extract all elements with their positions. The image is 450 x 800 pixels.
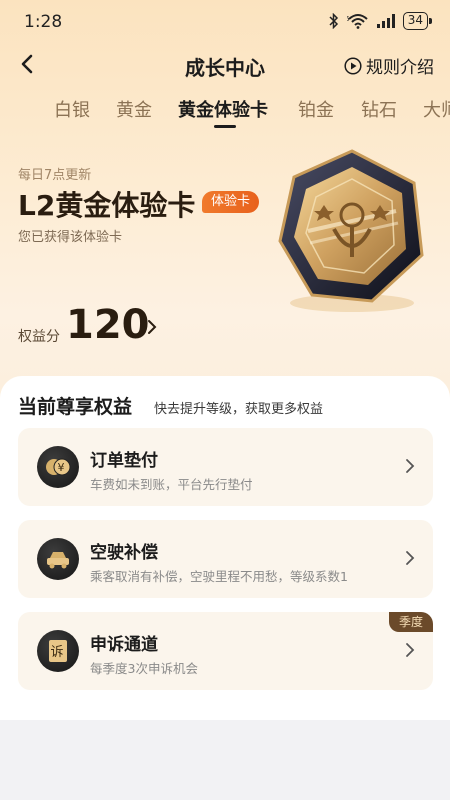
tab-gold-trial[interactable]: 黄金体验卡 <box>178 96 268 122</box>
nav-bar: 成长中心 规则介绍 <box>0 44 450 84</box>
score-chevron-icon[interactable] <box>146 317 158 337</box>
complaint-icon-glyph: 诉 <box>51 645 64 660</box>
benefits-card: 当前尊享权益 快去提升等级，获取更多权益 ¥ 订单垫付 车费如未到账，平台先行垫… <box>0 376 450 720</box>
level-title: L2黄金体验卡 <box>18 189 196 222</box>
season-tag: 季度 <box>388 612 433 632</box>
status-bar: 1:28 6 34 <box>0 0 450 44</box>
wifi-icon: 6 <box>347 14 368 29</box>
benefit-empty-drive-compensation[interactable]: 空驶补偿 乘客取消有补偿，空驶里程不用愁，等级系数1 <box>18 520 433 598</box>
benefit-desc: 乘客取消有补偿，空驶里程不用愁，等级系数1 <box>90 569 348 584</box>
benefits-section-title: 当前尊享权益 <box>18 396 133 418</box>
signal-icon <box>376 14 395 28</box>
active-tab-indicator <box>214 125 236 128</box>
chevron-right-icon <box>406 551 415 565</box>
battery-indicator: 34 <box>402 12 433 30</box>
tab-diamond[interactable]: 钻石 <box>361 96 397 122</box>
benefit-title: 申诉通道 <box>90 635 158 655</box>
tab-master[interactable]: 大师 <box>423 96 450 122</box>
benefit-order-advance[interactable]: ¥ 订单垫付 车费如未到账，平台先行垫付 <box>18 428 433 506</box>
status-icons: 6 34 <box>329 12 433 30</box>
tab-platinum[interactable]: 铂金 <box>298 96 334 122</box>
benefits-section-subtitle: 快去提升等级，获取更多权益 <box>154 402 324 417</box>
complaint-document-icon: 诉 <box>37 630 79 672</box>
rules-label: 规则介绍 <box>366 58 434 78</box>
score-label: 权益分 <box>18 329 60 345</box>
gold-medal-badge <box>278 149 424 312</box>
level-tabs: 白银 黄金 黄金体验卡 铂金 钻石 大师 <box>0 90 450 130</box>
chevron-right-icon <box>406 643 415 657</box>
obtained-text: 您已获得该体验卡 <box>18 230 123 245</box>
rules-button[interactable]: 规则介绍 <box>344 53 434 78</box>
tab-gold[interactable]: 黄金 <box>116 96 152 122</box>
play-circle-icon <box>344 56 362 75</box>
benefit-desc: 每季度3次申诉机会 <box>90 661 198 676</box>
score-value[interactable]: 120 <box>66 302 150 348</box>
chevron-right-icon <box>406 459 415 473</box>
yen-coin-icon: ¥ <box>37 446 79 488</box>
bluetooth-icon <box>329 13 338 29</box>
benefit-title: 订单垫付 <box>90 451 158 471</box>
car-icon <box>37 538 79 580</box>
benefit-complaint-channel[interactable]: 诉 申诉通道 每季度3次申诉机会 季度 <box>18 612 433 690</box>
status-time: 1:28 <box>24 12 63 32</box>
update-time-text: 每日7点更新 <box>18 168 92 183</box>
tab-silver[interactable]: 白银 <box>54 96 90 122</box>
benefit-title: 空驶补偿 <box>90 543 158 563</box>
benefit-desc: 车费如未到账，平台先行垫付 <box>90 477 253 492</box>
svg-text:¥: ¥ <box>58 461 65 474</box>
trial-card-badge: 体验卡 <box>202 191 260 213</box>
